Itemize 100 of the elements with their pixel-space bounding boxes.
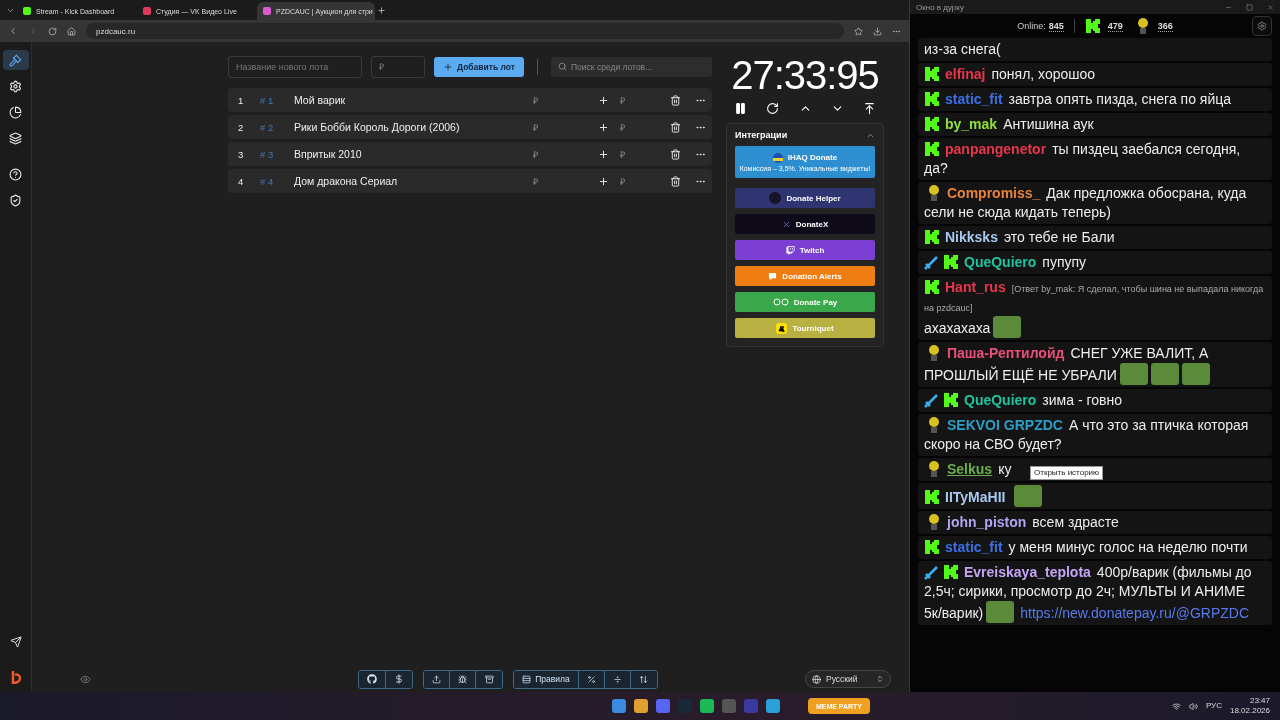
kick-logo-icon — [943, 392, 959, 408]
clock-time: 23:47 — [1249, 696, 1270, 706]
chat-app-icon[interactable] — [655, 699, 670, 713]
rules-button[interactable]: Правила — [514, 670, 579, 688]
globe-icon — [812, 674, 821, 684]
donation-link[interactable]: https://new.donatepay.ru/@GRPZDC — [1020, 605, 1249, 621]
sort-icon — [639, 674, 649, 684]
close-icon[interactable] — [1267, 3, 1274, 11]
github-button[interactable] — [359, 670, 387, 688]
speech-bubble-icon — [768, 271, 778, 281]
integration-button[interactable]: Tourniquet — [735, 318, 875, 338]
chat-message: Compromiss_ Дак предложка обосрана, куда сели не сюда кидать теперь) — [918, 182, 1272, 224]
delete-button[interactable] — [670, 148, 682, 160]
music-app-icon[interactable] — [699, 699, 714, 713]
lot-search-field[interactable]: Поиск среди лотов... — [551, 57, 712, 77]
lot-amount[interactable]: ₽ — [533, 93, 598, 107]
delete-button[interactable] — [670, 94, 682, 106]
chat-message: static_fit завтра опять пизда, снега по яйца — [918, 88, 1272, 111]
lot-tag: # 3 — [260, 148, 294, 160]
gavel-button[interactable] — [2, 50, 29, 70]
percent-button[interactable] — [578, 670, 605, 688]
chat-message: by_mak Антишина аук — [918, 113, 1272, 136]
upload-button[interactable] — [424, 670, 451, 688]
chat-message: из-за снега( — [918, 38, 1272, 61]
add-amount-field[interactable]: ₽ — [620, 93, 670, 107]
send-icon[interactable] — [9, 636, 22, 648]
lot-amount[interactable]: ₽ — [533, 120, 598, 134]
home-icon[interactable] — [67, 26, 76, 36]
chat-message: QueQuiero пупупу — [918, 251, 1272, 274]
start-icon[interactable] — [611, 699, 626, 713]
download-icon[interactable] — [873, 26, 882, 36]
add-amount-button[interactable] — [598, 121, 610, 133]
add-amount-field[interactable]: ₽ — [620, 174, 670, 188]
kick-logo-icon — [924, 279, 940, 295]
integration-button[interactable]: Donate Helper — [735, 188, 875, 208]
integration-button[interactable]: Twitch — [735, 240, 875, 260]
add-amount-field[interactable]: ₽ — [620, 120, 670, 134]
reload-icon[interactable] — [48, 26, 57, 36]
volume-icon[interactable] — [1188, 701, 1198, 711]
arrow-to-top-icon — [863, 102, 876, 115]
bug-report-button[interactable] — [450, 670, 477, 688]
emote-image — [986, 601, 1015, 623]
chat-message: Nikksks это тебе не Бали — [918, 226, 1272, 249]
wifi-icon[interactable] — [1171, 701, 1181, 711]
chat-message: SEKVOI GRPZDC А что это за птичка которая скоро на СВО будет? — [918, 414, 1272, 456]
reset-button[interactable] — [766, 102, 780, 115]
input-language[interactable]: РУС — [1205, 701, 1222, 711]
add-amount-field[interactable]: ₽ — [620, 147, 670, 161]
lot-name-field[interactable]: Название нового лота — [228, 56, 362, 78]
archive-button[interactable] — [476, 670, 503, 688]
archive-icon — [484, 674, 494, 684]
pause-button[interactable] — [734, 102, 747, 115]
lot-amount[interactable]: ₽ — [533, 147, 598, 161]
add-lot-button[interactable]: Добавить лот — [434, 57, 524, 77]
add-amount-button[interactable] — [598, 148, 610, 160]
lot-amount[interactable]: ₽ — [533, 174, 598, 188]
bug-icon — [458, 674, 468, 684]
sort-button[interactable] — [630, 670, 657, 688]
github-icon — [367, 674, 378, 684]
trash-icon — [670, 175, 681, 187]
visibility-icon[interactable] — [80, 673, 91, 685]
dollar-icon — [394, 674, 405, 684]
donate-button[interactable] — [386, 670, 413, 688]
eject-button[interactable] — [863, 102, 876, 115]
emote-image — [1119, 363, 1148, 385]
messenger-app-icon[interactable] — [765, 699, 780, 713]
lot-amount-field[interactable]: ₽ — [371, 56, 425, 78]
online-label: Online: — [1017, 21, 1046, 31]
integration-button[interactable]: Donate Pay — [735, 292, 875, 312]
sword-badge-icon — [924, 394, 938, 408]
runner-logo-icon — [776, 322, 788, 334]
lot-index: 3 — [238, 148, 245, 160]
address-field[interactable]: pzdcauc.ru — [86, 23, 844, 39]
lot-name: Рики Бобби Король Дороги (2006) — [294, 121, 461, 133]
emote-image — [1181, 363, 1210, 385]
delete-button[interactable] — [670, 175, 682, 187]
layers-icon — [9, 131, 22, 145]
add-amount-button[interactable] — [598, 94, 610, 106]
language-select[interactable]: Русский — [805, 670, 891, 688]
divide-button[interactable] — [604, 670, 631, 688]
integration-button[interactable]: Donation Alerts — [735, 266, 875, 286]
pie-chart-icon — [9, 105, 22, 119]
chat-message: elfinaj понял, хорошоо — [918, 63, 1272, 86]
delete-button[interactable] — [670, 121, 682, 133]
lot-name: Впритык 2010 — [294, 148, 363, 160]
bookmark-star-icon[interactable] — [854, 26, 863, 36]
settings-icon — [1257, 21, 1267, 31]
chat-message: Selkus ку Открыть историю — [918, 458, 1272, 481]
lot-name: Мой варик — [294, 94, 347, 106]
tab-favicon-icon — [263, 7, 271, 15]
tooltip: Открыть историю — [1030, 466, 1104, 480]
back-icon[interactable] — [8, 26, 18, 36]
x-logo-icon — [781, 219, 791, 229]
add-amount-button[interactable] — [598, 175, 610, 187]
shield-icon — [9, 193, 22, 207]
browser-app-icon[interactable] — [633, 699, 648, 713]
plus-icon — [598, 121, 609, 133]
emote-image — [1014, 485, 1043, 507]
new-tab-icon[interactable] — [377, 5, 386, 15]
integration-button[interactable]: DonateX — [735, 214, 875, 234]
